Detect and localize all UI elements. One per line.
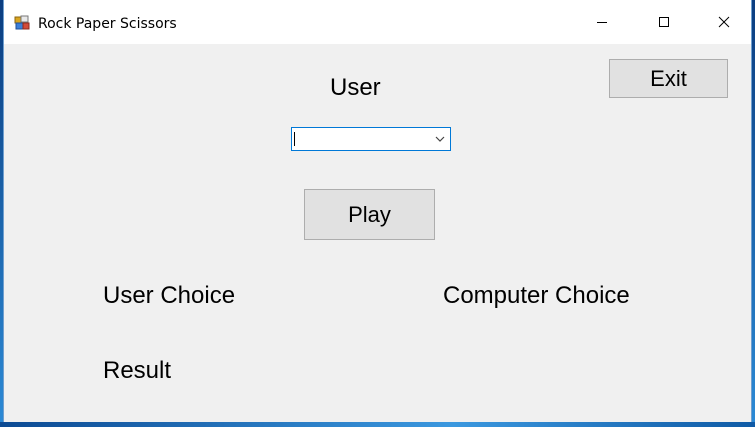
minimize-button[interactable] xyxy=(572,0,632,44)
computer-choice-label: Computer Choice xyxy=(443,282,630,309)
close-icon xyxy=(718,16,730,28)
text-cursor xyxy=(294,132,295,146)
app-icon[interactable] xyxy=(14,15,30,31)
minimize-icon xyxy=(597,22,607,23)
exit-button[interactable]: Exit xyxy=(609,59,728,98)
close-button[interactable] xyxy=(694,0,754,44)
app-window: Rock Paper Scissors User Exit Play User … xyxy=(3,0,752,422)
taskbar-edge xyxy=(0,422,755,427)
window-title: Rock Paper Scissors xyxy=(38,16,177,32)
chevron-down-icon[interactable] xyxy=(433,132,447,146)
user-choice-label: User Choice xyxy=(103,282,236,309)
maximize-icon xyxy=(659,17,669,27)
maximize-button[interactable] xyxy=(634,0,694,44)
user-choice-combobox[interactable] xyxy=(291,127,451,151)
play-button[interactable]: Play xyxy=(304,189,435,240)
form-client-area: User Exit Play User Choice Computer Choi… xyxy=(4,44,751,422)
user-label: User xyxy=(330,74,381,101)
title-bar[interactable]: Rock Paper Scissors xyxy=(4,0,751,44)
result-label: Result xyxy=(103,357,172,384)
